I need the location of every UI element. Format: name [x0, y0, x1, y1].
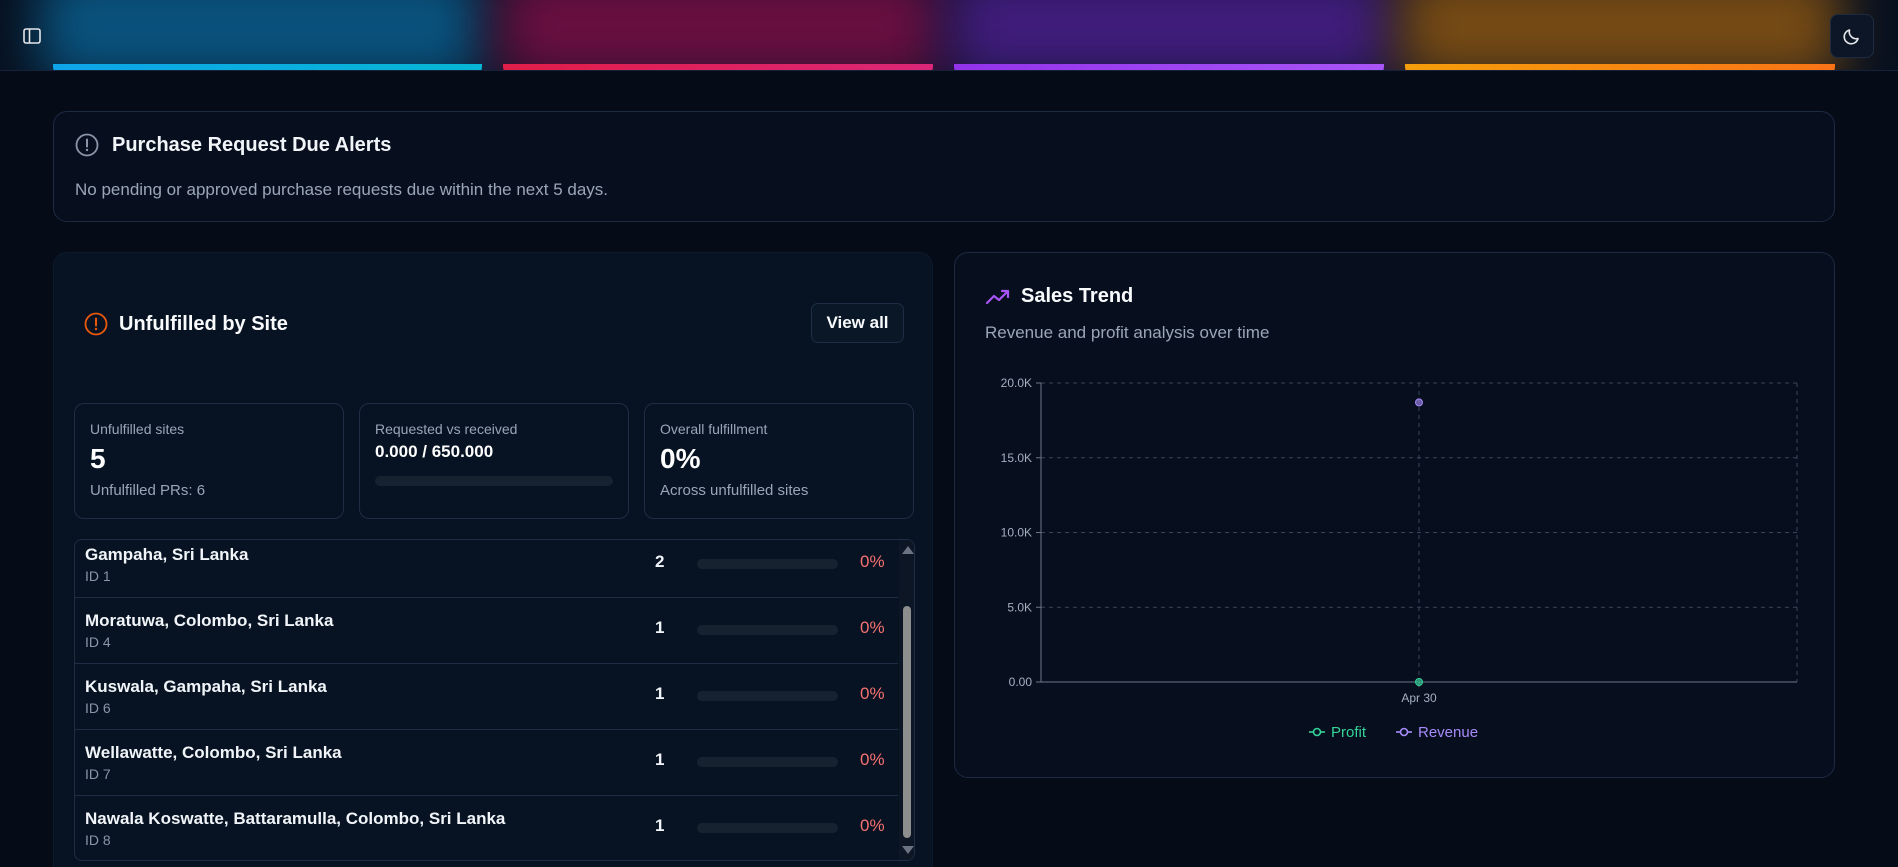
- site-list[interactable]: Gampaha, Sri Lanka ID 1 2 0% Moratuwa, C…: [74, 539, 915, 861]
- stat-overall-fulfillment: Overall fulfillment 0% Across unfulfille…: [644, 403, 914, 519]
- list-scrollbar[interactable]: [899, 540, 914, 860]
- legend-label: Profit: [1331, 724, 1367, 741]
- kpi-card-bottom-orange: [1405, 64, 1835, 70]
- site-percent: 0%: [860, 750, 885, 769]
- y-tick-label: 15.0K: [1001, 451, 1032, 465]
- header-glow: [40, 0, 480, 70]
- site-name: Wellawatte, Colombo, Sri Lanka: [85, 743, 342, 762]
- site-name: Nawala Koswatte, Battaramulla, Colombo, …: [85, 809, 506, 828]
- site-progress-bar: [697, 823, 838, 833]
- site-count: 1: [655, 618, 665, 637]
- stat-requested-vs-received: Requested vs received 0.000 / 650.000: [359, 403, 629, 519]
- site-id: ID 1: [85, 568, 111, 584]
- sales-trend-chart: 0.00 5.0K 10.0K 15.0K 20.0K Apr 30 Profit Reven…: [1001, 376, 1798, 741]
- site-count: 2: [655, 552, 665, 571]
- site-progress-bar: [697, 559, 838, 569]
- stat-label: Unfulfilled sites: [90, 421, 185, 437]
- unfulfilled-title: Unfulfilled by Site: [119, 312, 288, 335]
- site-id: ID 6: [85, 700, 111, 716]
- site-name: Moratuwa, Colombo, Sri Lanka: [85, 611, 334, 630]
- stat-label: Overall fulfillment: [660, 421, 768, 437]
- site-row[interactable]: Wellawatte, Colombo, Sri Lanka ID 7 1 0%: [75, 730, 898, 796]
- header-glow: [950, 0, 1390, 70]
- stat-subtext: Across unfulfilled sites: [660, 482, 809, 499]
- pr-due-alerts-card: Purchase Request Due Alerts No pending o…: [53, 111, 1835, 222]
- legend-marker-icon: [1399, 727, 1409, 737]
- scroll-up-arrow-icon[interactable]: [902, 546, 914, 554]
- legend-marker-icon: [1312, 727, 1322, 737]
- stat-unfulfilled-sites: Unfulfilled sites 5 Unfulfilled PRs: 6: [74, 403, 344, 519]
- alert-circle-icon: [84, 312, 108, 336]
- alerts-title: Purchase Request Due Alerts: [112, 133, 392, 156]
- moon-icon: [1843, 29, 1859, 45]
- stat-label: Requested vs received: [375, 421, 518, 437]
- site-count: 1: [655, 684, 665, 703]
- sales-trend-card: Sales Trend Revenue and profit analysis …: [954, 252, 1835, 778]
- x-tick-label: Apr 30: [1401, 691, 1437, 705]
- data-point-revenue: [1415, 398, 1423, 407]
- y-tick-label: 0.00: [1009, 675, 1033, 689]
- stat-value: 0.000 / 650.000: [375, 442, 494, 461]
- site-row[interactable]: Nawala Koswatte, Battaramulla, Colombo, …: [75, 796, 898, 860]
- kpi-card-bottom-cyan: [53, 64, 482, 70]
- alerts-message: No pending or approved purchase requests…: [75, 180, 609, 199]
- header-glow: [500, 0, 940, 70]
- alert-circle-icon: [75, 133, 99, 157]
- stat-value: 0%: [660, 443, 701, 474]
- legend-label: Revenue: [1418, 724, 1478, 741]
- site-id: ID 4: [85, 634, 111, 650]
- site-percent: 0%: [860, 618, 885, 637]
- y-tick-label: 20.0K: [1001, 376, 1032, 390]
- y-tick-label: 10.0K: [1001, 526, 1032, 540]
- kpi-card-bottom-pink: [503, 64, 933, 70]
- y-tick-label: 5.0K: [1007, 600, 1032, 614]
- site-percent: 0%: [860, 816, 885, 835]
- stat-value: 5: [90, 443, 106, 474]
- site-name: Kuswala, Gampaha, Sri Lanka: [85, 677, 327, 696]
- theme-toggle-button[interactable]: [1830, 14, 1874, 58]
- site-progress-bar: [697, 691, 838, 701]
- site-percent: 0%: [860, 684, 885, 703]
- site-progress-bar: [697, 757, 838, 767]
- stat-subtext: Unfulfilled PRs: 6: [90, 482, 206, 499]
- sidebar-toggle-button[interactable]: [10, 14, 54, 58]
- site-id: ID 7: [85, 766, 111, 782]
- site-percent: 0%: [860, 552, 885, 571]
- view-all-button[interactable]: View all: [811, 303, 904, 343]
- unfulfilled-by-site-card: Unfulfilled by Site View all Unfulfilled…: [53, 252, 933, 867]
- site-id: ID 8: [85, 832, 111, 848]
- top-header: [0, 0, 1898, 71]
- site-name: Gampaha, Sri Lanka: [85, 545, 249, 564]
- site-row[interactable]: Kuswala, Gampaha, Sri Lanka ID 6 1 0%: [75, 664, 898, 730]
- site-count: 1: [655, 816, 665, 835]
- scroll-down-arrow-icon[interactable]: [902, 846, 914, 854]
- site-progress-bar: [697, 625, 838, 635]
- header-glow: [1400, 0, 1840, 70]
- sidebar-icon: [23, 28, 41, 44]
- received-progress-bar: [375, 476, 613, 486]
- scrollbar-thumb[interactable]: [903, 606, 911, 838]
- site-row[interactable]: Gampaha, Sri Lanka ID 1 2 0%: [75, 540, 898, 598]
- site-row[interactable]: Moratuwa, Colombo, Sri Lanka ID 4 1 0%: [75, 598, 898, 664]
- site-count: 1: [655, 750, 665, 769]
- kpi-card-bottom-purple: [954, 64, 1384, 70]
- data-point-profit: [1415, 678, 1423, 686]
